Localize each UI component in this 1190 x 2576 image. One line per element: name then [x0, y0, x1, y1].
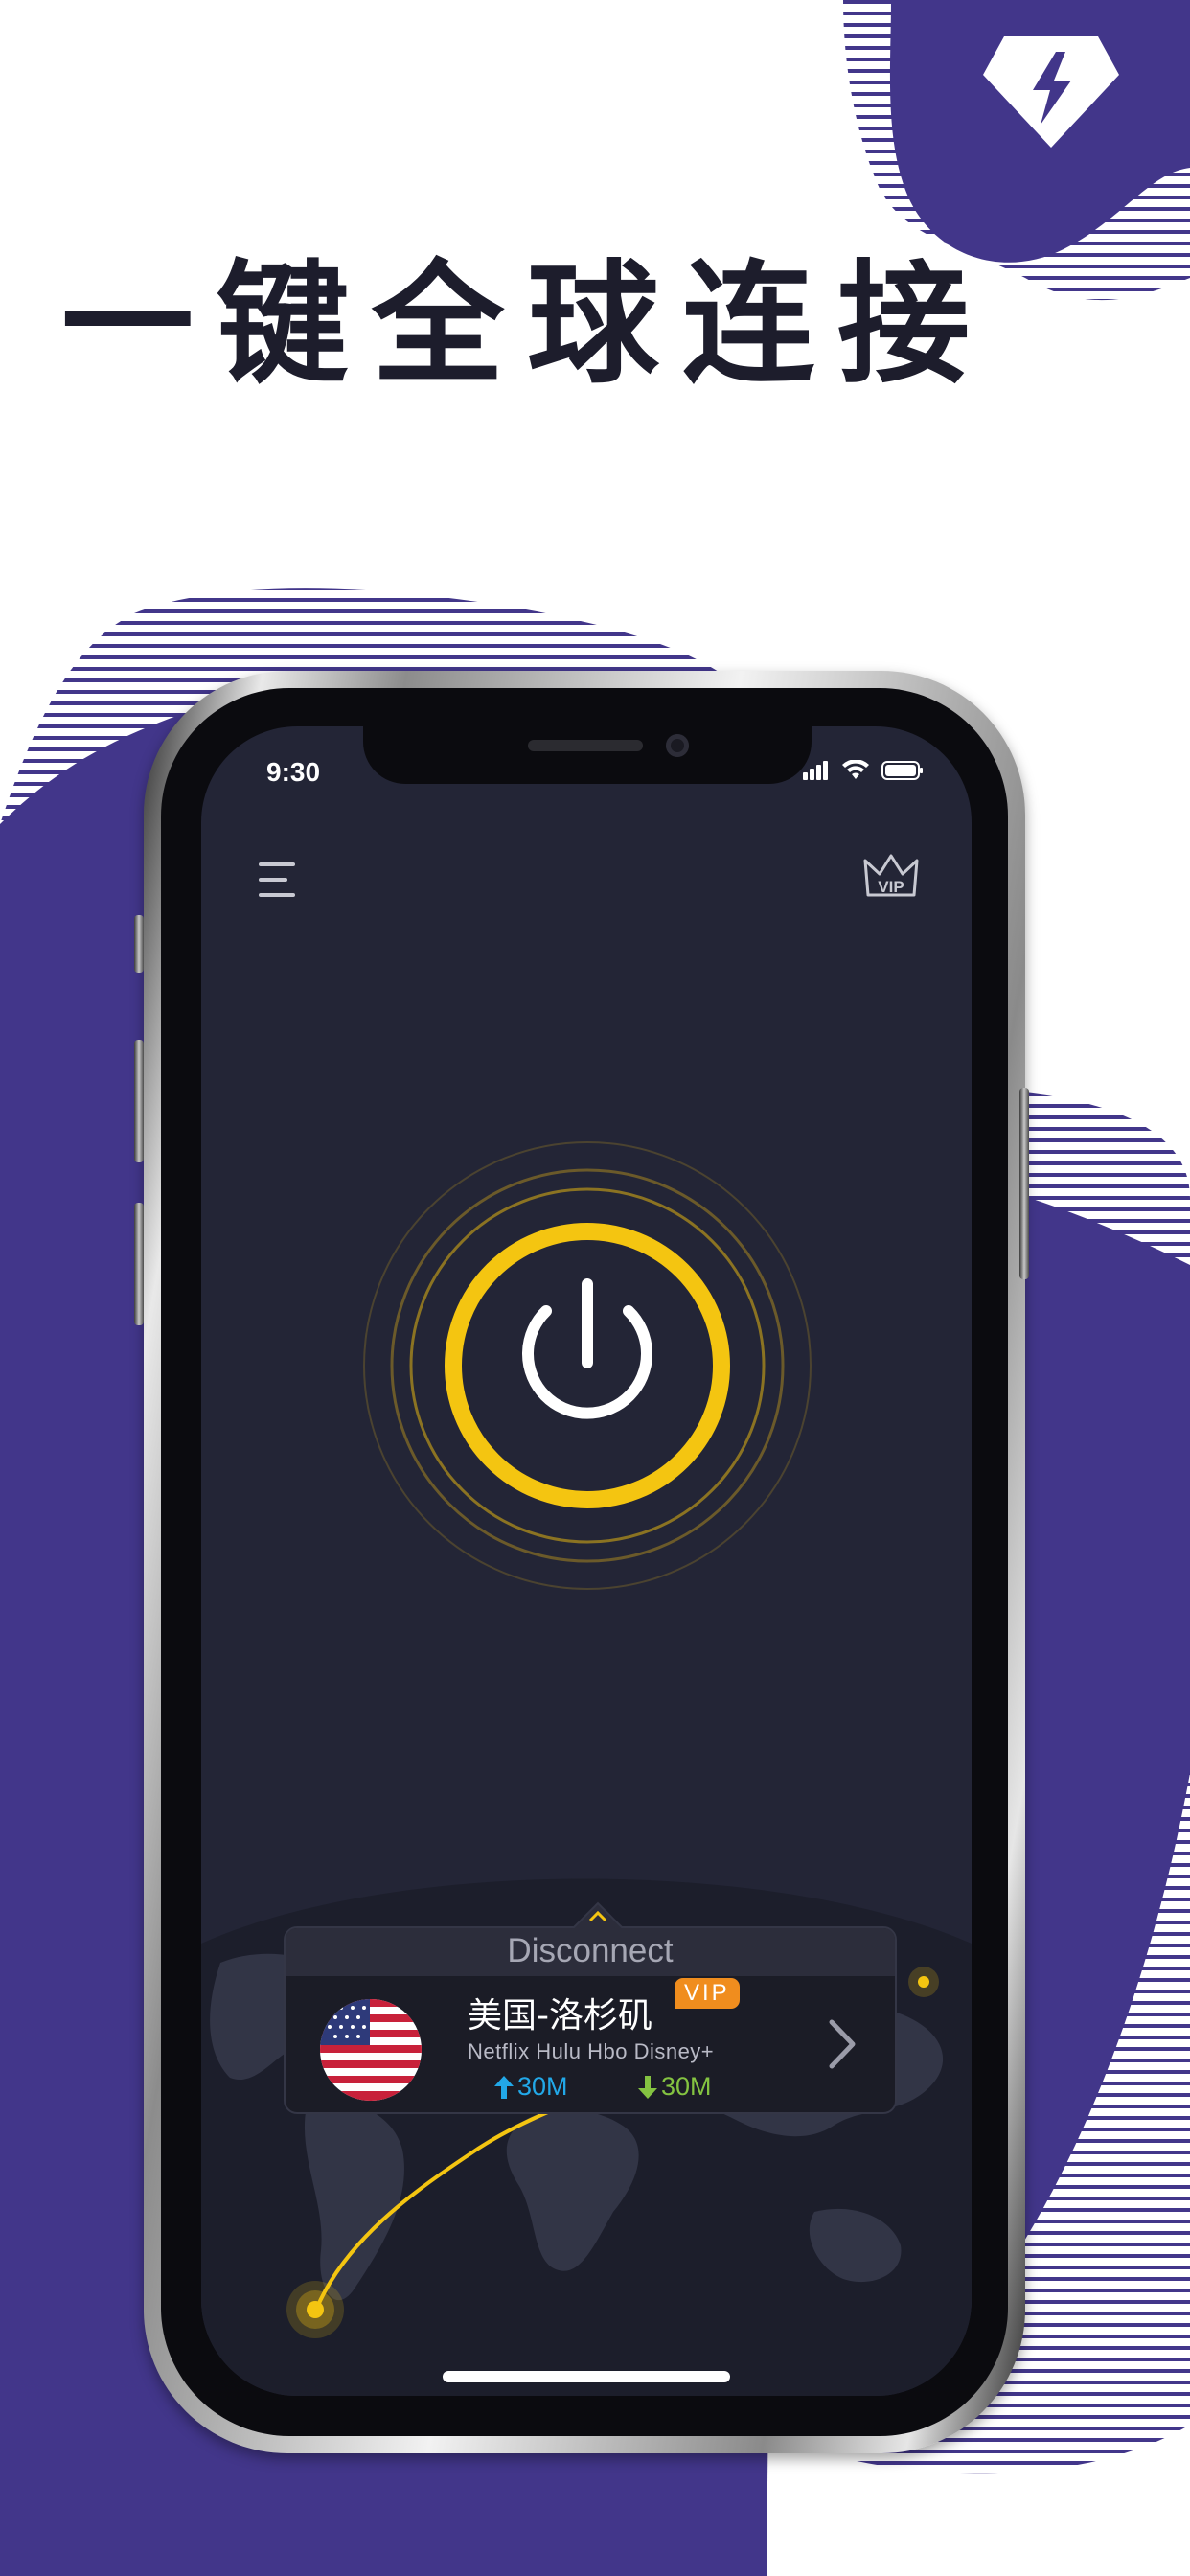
- download-speed: 30M: [638, 2072, 712, 2102]
- disconnect-tab[interactable]: Disconnect: [286, 1928, 895, 1976]
- status-time: 9:30: [266, 757, 321, 787]
- server-card[interactable]: Disconnect 美国-洛杉矶 VIP Netflix Hulu Hbo D…: [284, 1901, 897, 2114]
- expand-caret-icon[interactable]: [569, 1899, 627, 1930]
- power-icon: [522, 1278, 652, 1419]
- upload-arrow-icon: [494, 2075, 514, 2099]
- map-location-dot: [908, 1966, 939, 1997]
- battery-icon: [881, 761, 923, 780]
- hamburger-menu-icon[interactable]: [255, 861, 299, 899]
- power-button[interactable]: [362, 1140, 812, 1591]
- app-screen: 9:30 VIP Disconnect 美国-洛杉矶 VIP Netflix H…: [201, 726, 972, 2396]
- upload-speed-value: 30M: [517, 2072, 568, 2101]
- streaming-services: Netflix Hulu Hbo Disney+: [468, 2039, 715, 2063]
- chevron-right-icon[interactable]: [828, 2018, 857, 2070]
- speaker-grille: [528, 740, 643, 751]
- status-icons: [803, 759, 924, 782]
- phone-power-button: [1019, 1088, 1029, 1279]
- server-name: 美国-洛杉矶: [468, 1996, 652, 2036]
- download-arrow-icon: [638, 2075, 657, 2099]
- home-indicator[interactable]: [443, 2371, 730, 2382]
- app-logo-icon: [983, 36, 1119, 148]
- phone-volume-down: [134, 1203, 144, 1325]
- wifi-icon: [842, 760, 869, 779]
- front-camera: [666, 734, 689, 757]
- headline: 一键全球连接: [61, 247, 994, 402]
- cellular-signal-icon: [803, 761, 828, 780]
- us-flag-icon: [320, 1999, 422, 2101]
- phone-volume-up: [134, 1040, 144, 1162]
- upload-speed: 30M: [494, 2072, 568, 2102]
- phone-silent-switch: [134, 915, 144, 973]
- vip-crown-text: VIP: [878, 878, 904, 896]
- notch: [363, 726, 812, 784]
- vip-badge: VIP: [675, 1978, 740, 2009]
- vip-crown-icon[interactable]: VIP: [862, 853, 920, 901]
- disconnect-label[interactable]: Disconnect: [286, 1932, 895, 1970]
- download-speed-value: 30M: [661, 2072, 712, 2101]
